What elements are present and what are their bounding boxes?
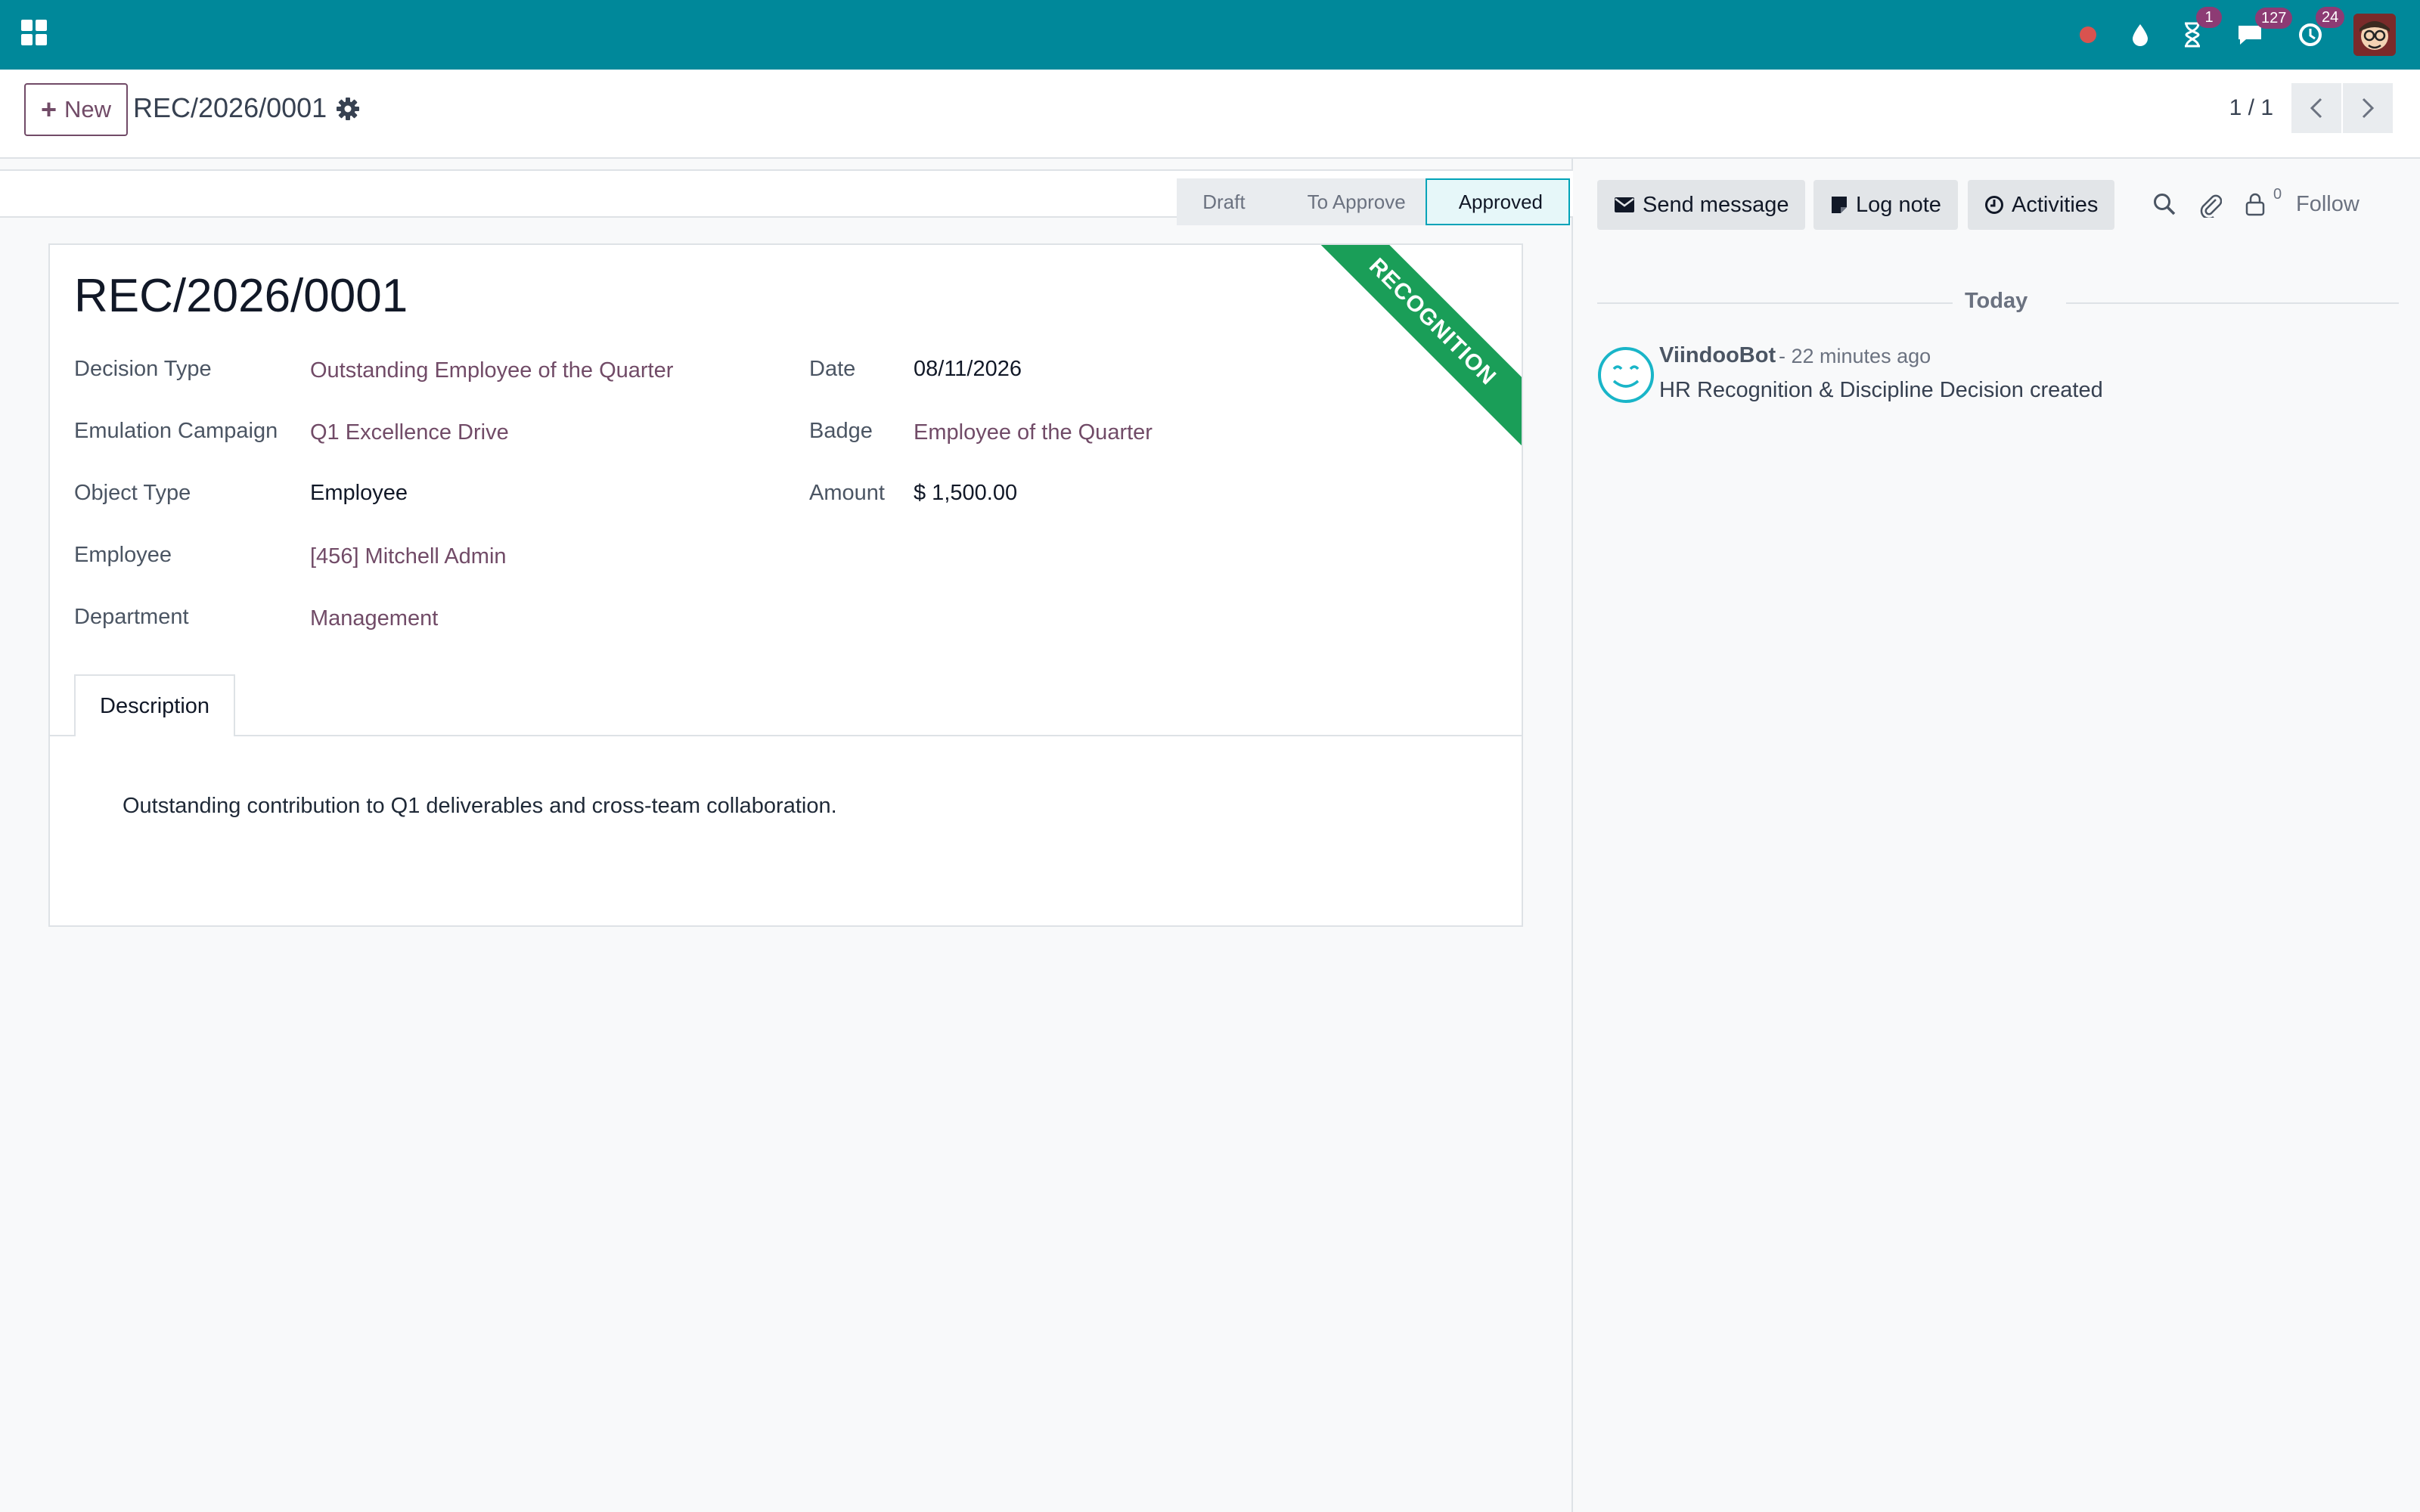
message-time: - 22 minutes ago [1779, 345, 1931, 367]
employee-label: Employee [74, 543, 172, 567]
followers-lock-icon[interactable] [2245, 192, 2266, 220]
record-dot-icon[interactable] [2078, 25, 2098, 45]
top-navbar: 1 127 24 [0, 0, 2420, 70]
plus-icon: + [41, 94, 57, 125]
date-separator: Today [1965, 289, 2028, 313]
message-author[interactable]: ViindooBot [1659, 343, 1776, 368]
decision-type-label: Decision Type [74, 357, 212, 381]
amount-field[interactable]: $ 1,500.00 [914, 481, 1017, 506]
department-label: Department [74, 605, 189, 629]
department-field[interactable]: Management [310, 606, 438, 631]
description-text[interactable]: Outstanding contribution to Q1 deliverab… [123, 794, 837, 819]
messages-chat-icon[interactable]: 127 [2235, 8, 2293, 47]
gear-icon[interactable] [334, 95, 361, 122]
send-message-button[interactable]: Send message [1597, 180, 1806, 230]
clock-icon [1985, 196, 2003, 214]
systray: 1 127 24 [2045, 0, 2396, 70]
search-icon[interactable] [2152, 192, 2176, 220]
pager-next-button[interactable] [2343, 83, 2393, 133]
new-button-label: New [64, 96, 112, 122]
date-divider-left [1597, 302, 1953, 304]
employee-field[interactable]: [456] Mitchell Admin [310, 544, 507, 569]
pager: 1 / 1 [2229, 83, 2393, 133]
follow-button[interactable]: Follow [2296, 192, 2360, 217]
date-divider-right [2066, 302, 2399, 304]
updates-count-badge: 24 [2316, 7, 2345, 28]
follower-count: 0 [2273, 186, 2282, 203]
ribbon-label: RECOGNITION [1295, 245, 1522, 463]
activities-count-badge: 1 [2196, 7, 2222, 28]
object-type-label: Object Type [74, 481, 191, 505]
log-note-label: Log note [1856, 192, 1941, 217]
new-record-button[interactable]: + New [24, 83, 129, 136]
status-steps: Draft To Approve Approved [1177, 178, 1570, 225]
status-step-approved[interactable]: Approved [1425, 178, 1570, 225]
drop-icon[interactable] [2131, 23, 2149, 47]
tab-description[interactable]: Description [74, 674, 236, 736]
badge-field[interactable]: Employee of the Quarter [914, 420, 1153, 445]
bot-avatar-smiley-icon[interactable] [1597, 346, 1655, 404]
pager-counter[interactable]: 1 / 1 [2229, 95, 2273, 121]
form-sheet: RECOGNITION REC/2026/0001 Decision Type … [48, 243, 1523, 927]
user-avatar[interactable] [2353, 14, 2396, 56]
emulation-campaign-label: Emulation Campaign [74, 419, 278, 443]
date-field[interactable]: 08/11/2026 [914, 357, 1022, 382]
object-type-field[interactable]: Employee [310, 481, 408, 506]
record-title: REC/2026/0001 [74, 270, 408, 322]
chevron-left-icon [2310, 98, 2322, 119]
note-icon [1832, 197, 1847, 213]
form-view: Draft To Approve Approved RECOGNITION RE… [0, 159, 1573, 1512]
badge-label: Badge [809, 419, 873, 443]
envelope-icon [1615, 197, 1634, 212]
log-note-button[interactable]: Log note [1813, 180, 1958, 230]
pager-previous-button[interactable] [2291, 83, 2341, 133]
amount-label: Amount [809, 481, 885, 505]
activities-button[interactable]: Activities [1968, 180, 2115, 230]
status-bar: Draft To Approve Approved [0, 169, 1573, 225]
send-message-label: Send message [1643, 192, 1789, 217]
status-ribbon: RECOGNITION [1295, 245, 1522, 472]
chevron-right-icon [2362, 98, 2375, 119]
tab-divider [50, 735, 1522, 736]
messages-count-badge: 127 [2255, 8, 2293, 29]
status-step-draft[interactable]: Draft [1177, 178, 1268, 225]
decision-type-field[interactable]: Outstanding Employee of the Quarter [310, 358, 673, 383]
status-step-to-approve[interactable]: To Approve [1267, 178, 1426, 225]
control-panel: + New REC/2026/0001 1 / 1 [0, 70, 2420, 159]
paperclip-icon[interactable] [2199, 192, 2223, 222]
activities-hourglass-icon[interactable]: 1 [2183, 7, 2222, 48]
activities-label: Activities [2012, 192, 2099, 217]
message-body: HR Recognition & Discipline Decision cre… [1659, 378, 2103, 402]
chatter: Send message Log note Activities 0 Follo… [1575, 159, 2420, 1512]
apps-menu-icon[interactable] [21, 20, 48, 47]
emulation-campaign-field[interactable]: Q1 Excellence Drive [310, 420, 509, 445]
breadcrumb: REC/2026/0001 [133, 92, 327, 123]
date-label: Date [809, 357, 856, 381]
refresh-clock-icon[interactable]: 24 [2297, 7, 2345, 48]
